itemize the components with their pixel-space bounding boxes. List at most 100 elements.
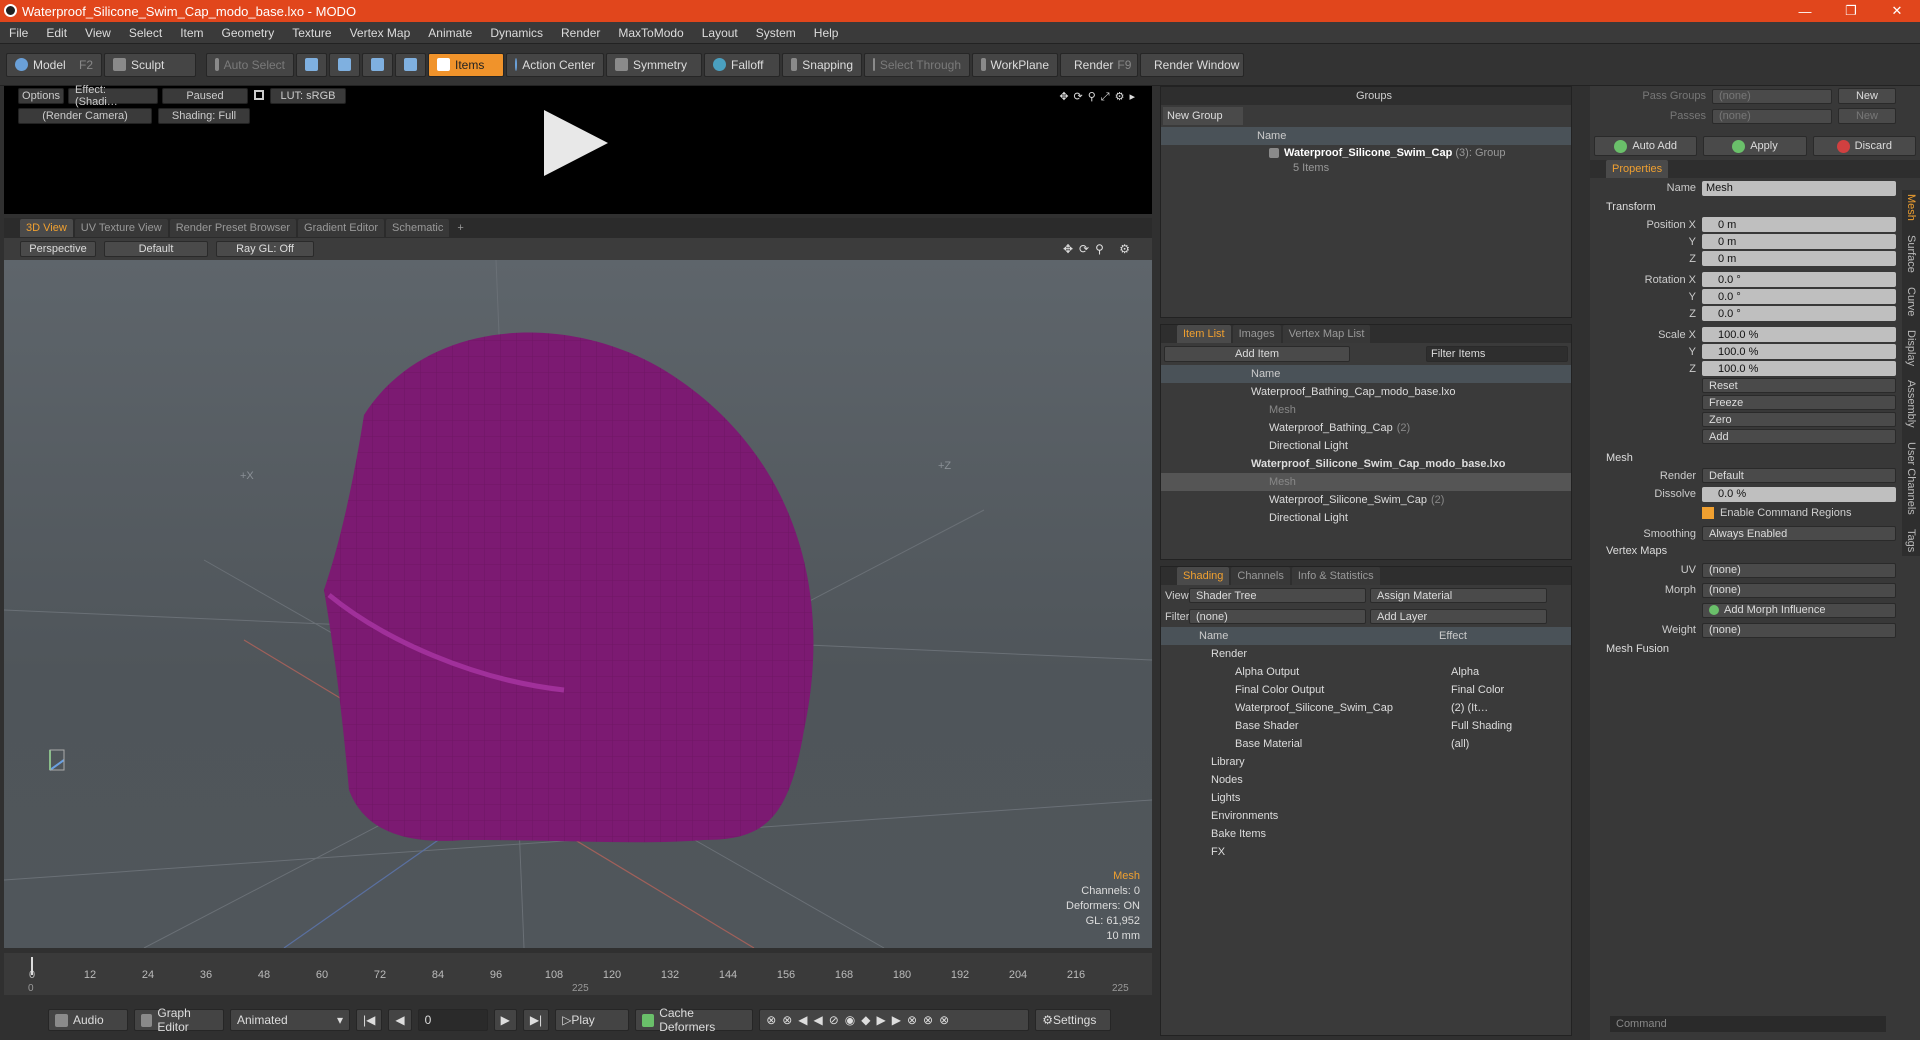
mesh-section[interactable]: Mesh: [1590, 449, 1920, 467]
mesh-fusion-section[interactable]: Mesh Fusion: [1590, 640, 1920, 658]
vertices-mode-button[interactable]: [296, 52, 327, 77]
polygons-mode-button[interactable]: [362, 52, 393, 77]
shader-tree-row[interactable]: Render: [1161, 645, 1571, 663]
assign-material-dropdown[interactable]: Assign Material: [1370, 588, 1547, 603]
symmetry-button[interactable]: Symmetry: [606, 52, 702, 77]
item-list-row[interactable]: Waterproof_Bathing_Cap (2): [1161, 419, 1571, 437]
shader-tree-row[interactable]: Waterproof_Silicone_Swim_Cap (2) (It…: [1161, 699, 1571, 717]
side-tab-tags[interactable]: Tags: [1905, 525, 1917, 556]
shader-tree-row[interactable]: Bake Items: [1161, 825, 1571, 843]
render-window-button[interactable]: Render Window: [1140, 52, 1244, 77]
tab-info-statistics[interactable]: Info & Statistics: [1291, 567, 1380, 585]
lock-icon[interactable]: [254, 90, 264, 100]
side-tab-user-channels[interactable]: User Channels: [1905, 438, 1917, 519]
item-list-row[interactable]: Directional Light: [1161, 437, 1571, 455]
tab-gradient-editor[interactable]: Gradient Editor: [298, 219, 384, 237]
render-button[interactable]: Render F9: [1060, 52, 1138, 77]
tab-images[interactable]: Images: [1232, 325, 1281, 343]
tab-shading[interactable]: Shading: [1177, 567, 1230, 585]
add-morph-influence-button[interactable]: Add Morph Influence: [1702, 602, 1896, 618]
new-pass-button[interactable]: New: [1838, 108, 1896, 124]
group-row[interactable]: Waterproof_Silicone_Swim_Cap (3): Group: [1161, 145, 1571, 161]
item-list-row[interactable]: Mesh: [1161, 473, 1571, 491]
viewport-nav-icons[interactable]: ✥⟳⚲ ⚙: [1063, 242, 1136, 256]
prev-key-button[interactable]: |◀: [356, 1009, 383, 1031]
auto-select-button[interactable]: Auto Select: [206, 52, 294, 77]
filter-items-field[interactable]: Filter Items: [1426, 346, 1568, 362]
menu-maxtomodo[interactable]: MaxToModo: [609, 26, 692, 40]
side-tab-surface[interactable]: Surface: [1905, 231, 1917, 277]
auto-add-button[interactable]: Auto Add: [1594, 136, 1698, 156]
menu-item[interactable]: Item: [171, 26, 212, 40]
falloff-button[interactable]: Falloff: [704, 52, 780, 77]
menu-system[interactable]: System: [747, 26, 805, 40]
pass-groups-dropdown[interactable]: (none): [1712, 88, 1832, 104]
workplane-button[interactable]: WorkPlane: [972, 52, 1058, 77]
vertex-maps-section[interactable]: Vertex Maps: [1590, 542, 1920, 560]
next-frame-button[interactable]: ▶: [493, 1009, 517, 1031]
side-tab-display[interactable]: Display: [1905, 326, 1917, 370]
menu-edit[interactable]: Edit: [37, 26, 76, 40]
shader-tree-row[interactable]: Base Material (all): [1161, 735, 1571, 753]
timeline[interactable]: 0 12 24 36 48 60 72 84 96 108 120 132 14…: [4, 953, 1152, 995]
shader-tree-row[interactable]: FX: [1161, 843, 1571, 861]
next-key-button[interactable]: ▶|: [522, 1009, 550, 1031]
item-list-row[interactable]: Directional Light: [1161, 509, 1571, 527]
item-list-row[interactable]: Waterproof_Bathing_Cap_modo_base.lxo: [1161, 383, 1571, 401]
shader-tree-row[interactable]: Base Shader Full Shading: [1161, 717, 1571, 735]
tab-properties[interactable]: Properties: [1606, 160, 1669, 178]
rotation-z-field[interactable]: 0.0 °: [1702, 306, 1896, 321]
preview-paused-button[interactable]: Paused: [162, 88, 248, 104]
graph-editor-button[interactable]: Graph Editor: [134, 1006, 224, 1034]
shader-filter-dropdown[interactable]: (none): [1189, 609, 1366, 624]
preview-effect-dropdown[interactable]: Effect: (Shadi…: [68, 84, 158, 108]
weight-dropdown[interactable]: (none): [1702, 622, 1896, 638]
scale-x-field[interactable]: 100.0 %: [1702, 327, 1896, 342]
name-field[interactable]: Mesh: [1702, 180, 1896, 196]
play-button[interactable]: ▷ Play: [555, 1009, 630, 1031]
zero-dropdown[interactable]: Zero: [1702, 412, 1896, 427]
close-button[interactable]: ✕: [1874, 0, 1920, 22]
shader-tree-row[interactable]: Library: [1161, 753, 1571, 771]
add-layer-dropdown[interactable]: Add Layer: [1370, 609, 1547, 624]
select-through-button[interactable]: Select Through: [864, 52, 970, 77]
menu-animate[interactable]: Animate: [419, 26, 481, 40]
key-tools[interactable]: ⊗⊗◀◀⊘◉◆▶▶⊗⊗⊗: [759, 1009, 1030, 1031]
render-preview[interactable]: Options Effect: (Shadi… Paused LUT: sRGB…: [4, 84, 1152, 214]
lut-dropdown[interactable]: LUT: sRGB: [270, 88, 346, 104]
tab-item-list[interactable]: Item List: [1177, 325, 1231, 343]
menu-dynamics[interactable]: Dynamics: [481, 26, 552, 40]
reset-dropdown[interactable]: Reset: [1702, 378, 1896, 393]
raygl-dropdown[interactable]: Ray GL: Off: [216, 241, 314, 257]
add-tab-icon[interactable]: +: [451, 219, 469, 237]
items-mode-button[interactable]: Items: [428, 52, 504, 77]
tab-uv-texture-view[interactable]: UV Texture View: [74, 219, 168, 237]
shader-tree-row[interactable]: Alpha Output Alpha: [1161, 663, 1571, 681]
shader-tree-row[interactable]: Final Color Output Final Color: [1161, 681, 1571, 699]
tab-vertex-map-list[interactable]: Vertex Map List: [1282, 325, 1371, 343]
smoothing-dropdown[interactable]: Always Enabled: [1702, 526, 1896, 541]
default-dropdown[interactable]: Default: [104, 241, 208, 257]
rotation-y-field[interactable]: 0.0 °: [1702, 289, 1896, 304]
3d-viewport[interactable]: +X +Z Mesh Channels: 0 Deformers: ON GL:…: [4, 260, 1152, 948]
uv-dropdown[interactable]: (none): [1702, 562, 1896, 578]
item-list-row[interactable]: Mesh: [1161, 401, 1571, 419]
maximize-button[interactable]: ❐: [1828, 0, 1874, 22]
menu-texture[interactable]: Texture: [283, 26, 340, 40]
play-preview-icon[interactable]: [544, 110, 608, 176]
tab-3d-view[interactable]: 3D View: [20, 219, 73, 237]
command-field[interactable]: Command: [1610, 1016, 1886, 1032]
shader-view-dropdown[interactable]: Shader Tree: [1189, 588, 1366, 603]
settings-button[interactable]: ⚙ Settings: [1035, 1009, 1112, 1031]
tab-schematic[interactable]: Schematic: [386, 219, 450, 237]
side-tab-curve[interactable]: Curve: [1905, 283, 1917, 320]
audio-button[interactable]: Audio: [48, 1009, 128, 1031]
render-camera-dropdown[interactable]: (Render Camera): [18, 108, 152, 124]
cache-deformers-button[interactable]: Cache Deformers: [635, 1006, 754, 1034]
passes-dropdown[interactable]: (none): [1712, 108, 1832, 124]
add-item-dropdown[interactable]: Add Item: [1164, 346, 1350, 362]
new-pass-group-button[interactable]: New: [1838, 88, 1896, 104]
animated-dropdown[interactable]: Animated ▾: [230, 1009, 350, 1031]
position-y-field[interactable]: 0 m: [1702, 234, 1896, 249]
rotation-x-field[interactable]: 0.0 °: [1702, 272, 1896, 287]
